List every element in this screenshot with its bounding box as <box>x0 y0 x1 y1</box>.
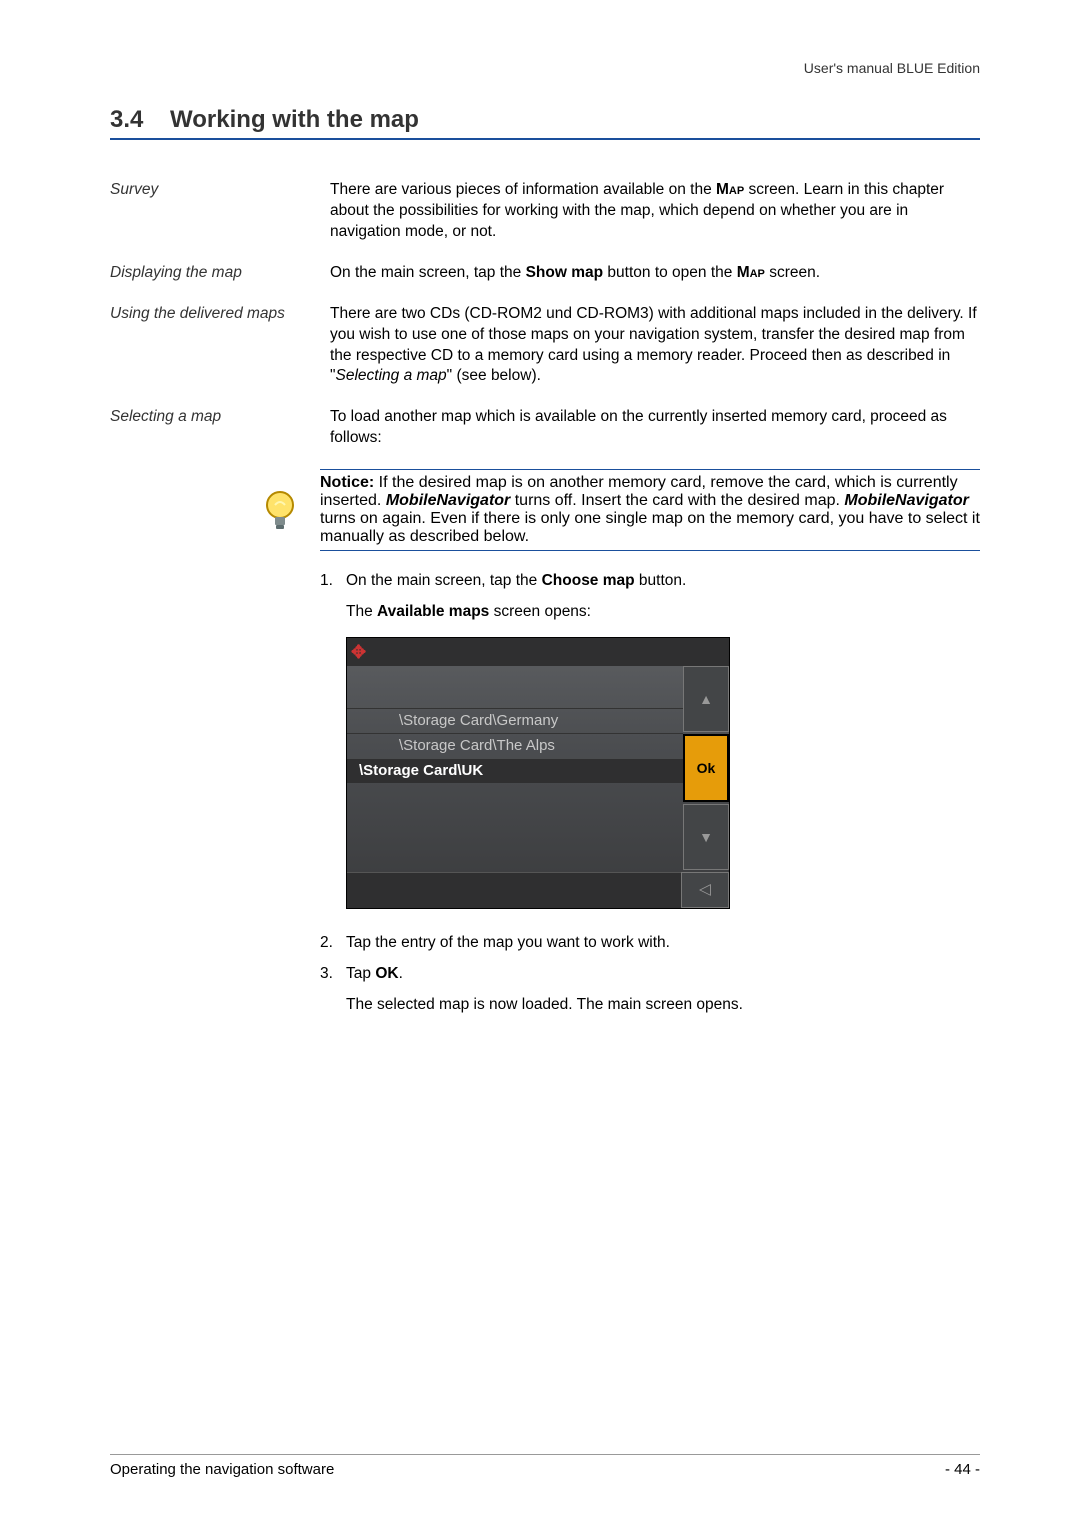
section-title-text: Working with the map <box>170 106 419 133</box>
map-list: \Storage Card\Germany \Storage Card\The … <box>347 666 683 872</box>
label-selecting: Selecting a map <box>110 407 330 449</box>
show-map-bold: Show map <box>526 264 604 281</box>
back-button[interactable]: ◁ <box>681 872 729 908</box>
step-2-number: 2. <box>320 933 346 954</box>
delivered-text: There are two CDs (CD-ROM2 und CD-ROM3) … <box>330 304 980 388</box>
step-3-number: 3. <box>320 964 346 985</box>
list-item[interactable]: \Storage Card\The Alps <box>347 733 683 758</box>
lightbulb-icon <box>262 489 298 539</box>
step-1-text: On the main screen, tap the Choose map b… <box>346 571 980 592</box>
scroll-down-button[interactable]: ▼ <box>683 804 729 870</box>
list-item-selected[interactable]: \Storage Card\UK <box>347 759 683 783</box>
displaying-text: On the main screen, tap the Show map but… <box>330 263 980 284</box>
mobilenavigator-bold-1: MobileNavigator <box>386 492 510 509</box>
available-maps-screenshot: ✥ \Storage Card\Germany \Storage Card\Th… <box>346 637 730 909</box>
step-2-text: Tap the entry of the map you want to wor… <box>346 933 980 954</box>
step-3-sub: The selected map is now loaded. The main… <box>346 995 980 1016</box>
available-maps-bold: Available maps <box>377 603 489 620</box>
notice-label: Notice: <box>320 474 374 491</box>
choose-map-bold: Choose map <box>542 572 635 589</box>
map-smallcaps: Map <box>716 181 744 198</box>
label-survey: Survey <box>110 180 330 243</box>
page-header: User's manual BLUE Edition <box>110 60 980 76</box>
chevron-down-icon: ▼ <box>699 828 713 847</box>
mobilenavigator-bold-2: MobileNavigator <box>844 492 968 509</box>
list-item[interactable]: \Storage Card\Germany <box>347 708 683 733</box>
chevron-up-icon: ▲ <box>699 690 713 709</box>
selecting-text: To load another map which is available o… <box>330 407 980 449</box>
scroll-up-button[interactable]: ▲ <box>683 666 729 732</box>
selecting-link-italic: Selecting a map <box>336 367 447 384</box>
footer-left: Operating the navigation software <box>110 1461 334 1478</box>
screenshot-titlebar: ✥ <box>347 638 729 666</box>
back-icon: ◁ <box>699 880 711 901</box>
status-bar <box>347 872 681 908</box>
move-icon: ✥ <box>351 640 366 664</box>
ok-bold: OK <box>375 965 398 982</box>
section-heading: 3.4 Working with the map <box>110 106 980 140</box>
footer-page-number: - 44 - <box>945 1461 980 1478</box>
label-delivered: Using the delivered maps <box>110 304 330 388</box>
notice-text: Notice: If the desired map is on another… <box>320 469 980 551</box>
step-3-text: Tap OK. <box>346 964 980 985</box>
ok-button[interactable]: Ok <box>683 734 729 802</box>
step-1-sub: The Available maps screen opens: <box>346 602 980 623</box>
section-number: 3.4 <box>110 106 143 133</box>
label-displaying: Displaying the map <box>110 263 330 284</box>
survey-text: There are various pieces of information … <box>330 180 980 243</box>
step-1-number: 1. <box>320 571 346 592</box>
